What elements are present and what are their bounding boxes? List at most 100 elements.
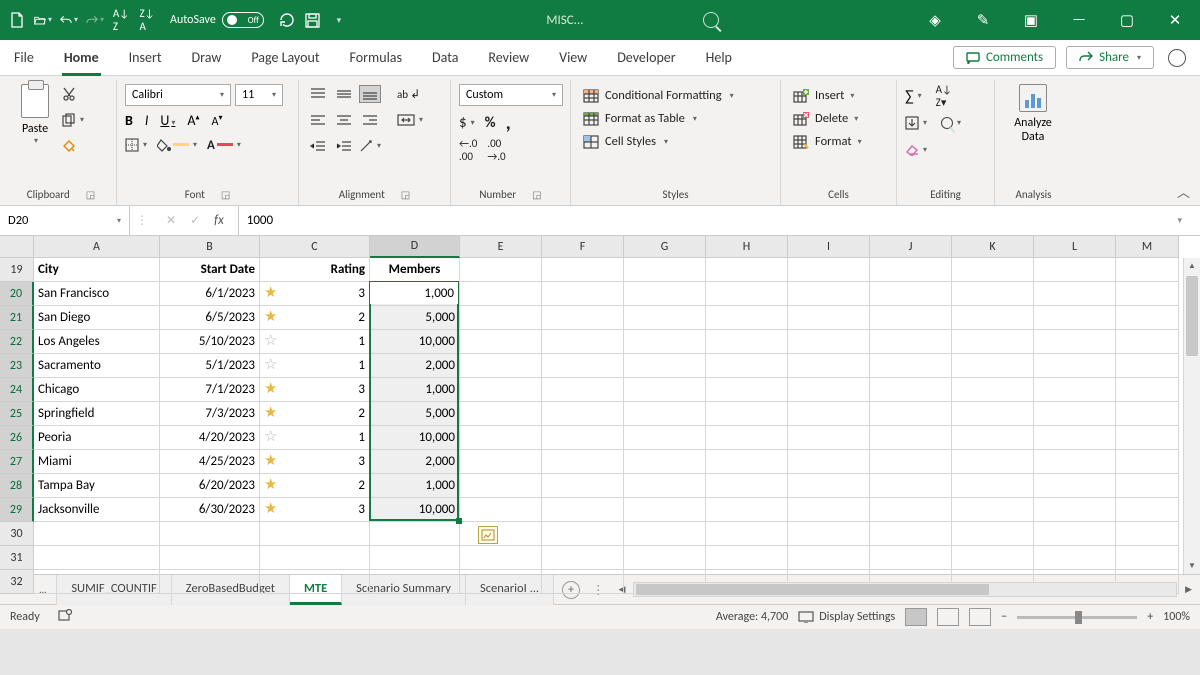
cell[interactable] bbox=[952, 354, 1034, 378]
cell[interactable] bbox=[870, 282, 952, 306]
cell[interactable] bbox=[1034, 354, 1116, 378]
cell[interactable] bbox=[1116, 402, 1179, 426]
cell[interactable] bbox=[34, 522, 160, 546]
cell[interactable] bbox=[870, 522, 952, 546]
undo-icon[interactable]: ▾ bbox=[60, 13, 78, 27]
cell[interactable]: Peoria bbox=[34, 426, 160, 450]
format-painter-button[interactable] bbox=[62, 136, 84, 156]
tab-help[interactable]: Help bbox=[706, 40, 732, 76]
row-header[interactable]: 22 bbox=[0, 330, 34, 354]
cell[interactable] bbox=[952, 282, 1034, 306]
cell[interactable] bbox=[788, 402, 870, 426]
cell[interactable] bbox=[1116, 426, 1179, 450]
cell[interactable]: ★3 bbox=[260, 378, 370, 402]
fill-color-button[interactable]: ▾ bbox=[157, 135, 197, 155]
cell[interactable] bbox=[706, 546, 788, 570]
clipboard-launcher-icon[interactable]: ◲ bbox=[86, 188, 95, 201]
cell[interactable] bbox=[460, 282, 542, 306]
row-header[interactable]: 29 bbox=[0, 498, 34, 522]
number-launcher-icon[interactable]: ◲ bbox=[532, 188, 541, 201]
cell[interactable] bbox=[1116, 498, 1179, 522]
page-layout-view-button[interactable] bbox=[937, 608, 959, 626]
cell[interactable]: Rating bbox=[260, 258, 370, 282]
cell[interactable]: 6/1/2023 bbox=[160, 282, 260, 306]
sort-desc-icon[interactable]: Z↓A bbox=[138, 7, 156, 33]
column-header-E[interactable]: E bbox=[460, 236, 542, 258]
cell[interactable] bbox=[542, 546, 624, 570]
cell[interactable] bbox=[870, 546, 952, 570]
cell[interactable] bbox=[1034, 378, 1116, 402]
cell[interactable] bbox=[788, 378, 870, 402]
find-select-button[interactable]: ▾ bbox=[941, 113, 961, 133]
account-icon[interactable] bbox=[1168, 49, 1186, 67]
spreadsheet-grid[interactable]: ABCDEFGHIJKLM 19202122232425262728293031… bbox=[0, 236, 1200, 574]
number-format-combo[interactable]: Custom▾ bbox=[459, 84, 563, 106]
cell[interactable] bbox=[1116, 354, 1179, 378]
cut-button[interactable] bbox=[62, 84, 84, 104]
cell[interactable] bbox=[624, 450, 706, 474]
cell[interactable] bbox=[870, 330, 952, 354]
cell[interactable] bbox=[952, 378, 1034, 402]
cell[interactable] bbox=[1116, 522, 1179, 546]
cell-styles-button[interactable]: Cell Styles▾ bbox=[579, 132, 672, 151]
tab-draw[interactable]: Draw bbox=[192, 40, 222, 76]
zoom-out-button[interactable]: − bbox=[1001, 610, 1007, 624]
cell[interactable] bbox=[870, 474, 952, 498]
row-header[interactable]: 20 bbox=[0, 282, 34, 306]
cell[interactable]: 10,000 bbox=[370, 426, 460, 450]
cell[interactable]: 5/10/2023 bbox=[160, 330, 260, 354]
cell[interactable] bbox=[952, 306, 1034, 330]
row-header[interactable]: 30 bbox=[0, 522, 34, 546]
cell[interactable] bbox=[542, 354, 624, 378]
cell[interactable] bbox=[1116, 306, 1179, 330]
row-header[interactable]: 25 bbox=[0, 402, 34, 426]
cell[interactable] bbox=[952, 546, 1034, 570]
qat-customize-icon[interactable]: ▾ bbox=[330, 15, 348, 26]
cell[interactable] bbox=[870, 354, 952, 378]
cell[interactable] bbox=[706, 522, 788, 546]
cell[interactable] bbox=[624, 330, 706, 354]
cell[interactable] bbox=[460, 426, 542, 450]
column-header-K[interactable]: K bbox=[952, 236, 1034, 258]
cell[interactable]: 4/20/2023 bbox=[160, 426, 260, 450]
increase-indent-button[interactable] bbox=[333, 137, 355, 155]
cell[interactable] bbox=[788, 258, 870, 282]
name-box[interactable]: D20▾ bbox=[0, 206, 130, 235]
new-file-icon[interactable] bbox=[8, 12, 26, 28]
cell[interactable] bbox=[542, 498, 624, 522]
cell[interactable] bbox=[460, 258, 542, 282]
tab-data[interactable]: Data bbox=[432, 40, 458, 76]
cell[interactable]: 7/3/2023 bbox=[160, 402, 260, 426]
cell[interactable]: ☆1 bbox=[260, 426, 370, 450]
row-header[interactable]: 21 bbox=[0, 306, 34, 330]
collapse-ribbon-icon[interactable]: ︿ bbox=[1177, 182, 1190, 201]
cell[interactable]: 10,000 bbox=[370, 330, 460, 354]
cell[interactable] bbox=[1116, 378, 1179, 402]
cell[interactable] bbox=[1116, 450, 1179, 474]
align-middle-button[interactable] bbox=[333, 85, 355, 103]
horizontal-scrollbar[interactable] bbox=[633, 582, 1177, 597]
column-header-F[interactable]: F bbox=[542, 236, 624, 258]
cell[interactable] bbox=[542, 522, 624, 546]
cell[interactable] bbox=[788, 498, 870, 522]
row-header[interactable]: 32 bbox=[0, 570, 34, 594]
cell[interactable] bbox=[1116, 546, 1179, 570]
sort-filter-button[interactable]: A↓Z▾ bbox=[936, 86, 952, 106]
align-center-button[interactable] bbox=[333, 111, 355, 129]
cell[interactable] bbox=[542, 450, 624, 474]
cell[interactable] bbox=[1034, 546, 1116, 570]
cell[interactable] bbox=[952, 498, 1034, 522]
macro-record-icon[interactable] bbox=[58, 609, 72, 625]
insert-cells-button[interactable]: Insert▾ bbox=[789, 86, 858, 105]
increase-font-button[interactable]: A▴ bbox=[187, 112, 199, 129]
enter-formula-icon[interactable]: ✓ bbox=[190, 213, 200, 228]
row-header[interactable]: 27 bbox=[0, 450, 34, 474]
column-header-H[interactable]: H bbox=[706, 236, 788, 258]
maximize-button[interactable]: ▢ bbox=[1110, 3, 1144, 37]
cell[interactable] bbox=[542, 426, 624, 450]
borders-button[interactable]: ▾ bbox=[125, 135, 147, 155]
cell[interactable] bbox=[788, 306, 870, 330]
column-header-L[interactable]: L bbox=[1034, 236, 1116, 258]
cell[interactable]: Jacksonville bbox=[34, 498, 160, 522]
paste-button[interactable]: Paste ▾ bbox=[14, 84, 56, 146]
